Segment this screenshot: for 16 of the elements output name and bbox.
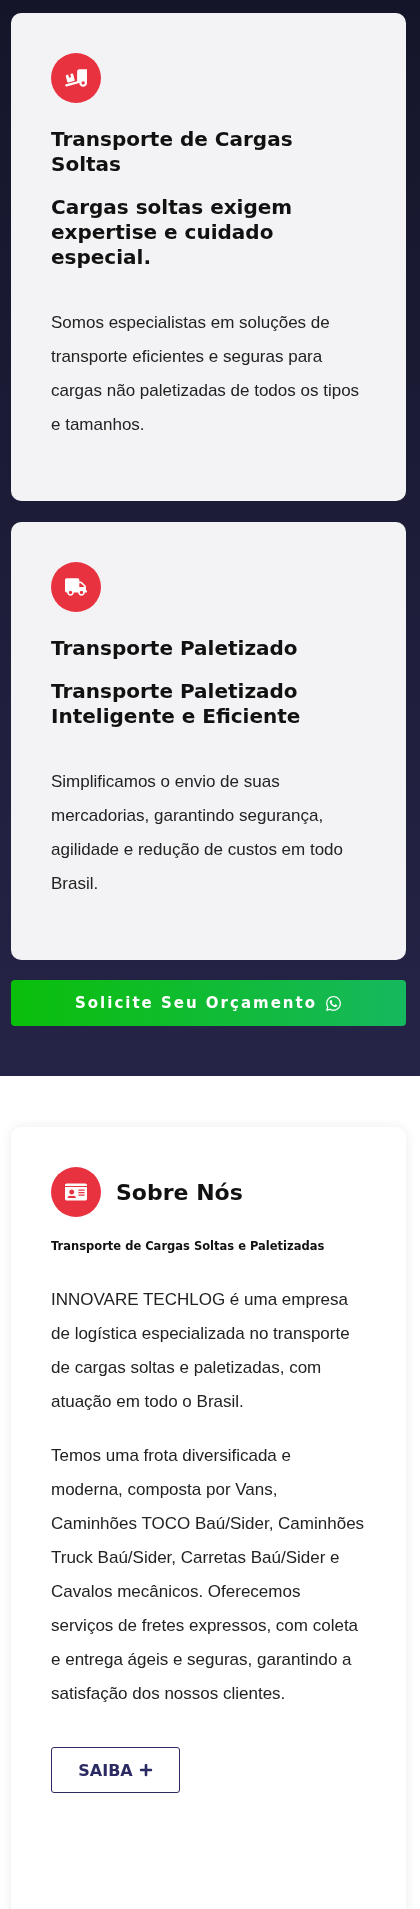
whatsapp-icon xyxy=(325,994,342,1012)
card-title: Transporte de Cargas Soltas xyxy=(51,127,294,177)
truck-icon xyxy=(65,576,87,598)
plus-icon xyxy=(138,1763,153,1777)
card-subtitle: Cargas soltas exigem expertise e cuidado especial. xyxy=(51,195,294,270)
learn-more-button[interactable]: SAIBA xyxy=(51,1747,180,1793)
id-card-icon xyxy=(65,1181,87,1203)
card-title: Transporte Paletizado xyxy=(51,636,299,661)
card-text: Simplificamos o envio de suas mercadorias, garantindo segurança, agilidade e redução de custos em todo Brasil. xyxy=(51,771,345,895)
hand-truck-icon xyxy=(65,67,87,89)
section-title: Sobre Nós xyxy=(116,1179,243,1205)
card-subtitle: Transporte Paletizado Inteligente e Eficiente xyxy=(51,679,302,729)
card-text: Somos especialistas em soluções de transporte eficientes e seguras para cargas não paletizadas de todos os tipos e tamanhos. xyxy=(51,312,361,436)
about-paragraph: INNOVARE TECHLOG é uma empresa de logística especializada no transporte de cargas soltas e paletizadas, com atuação em todo o Brasil. xyxy=(51,1289,351,1413)
section-subtitle: Transporte de Cargas Soltas e Paletizadas xyxy=(51,1239,326,1253)
about-paragraph: Temos uma frota diversificada e moderna, composta por Vans, Caminhões TOCO Baú/Sider, Caminhões Truck Baú/Sider, Carretas Baú/Sider e Cavalos mecânicos. Oferecemos serviços de fretes expressos, com coleta e entrega ágeis e seguras, garantindo a satisfação dos nossos clientes. xyxy=(51,1445,366,1705)
